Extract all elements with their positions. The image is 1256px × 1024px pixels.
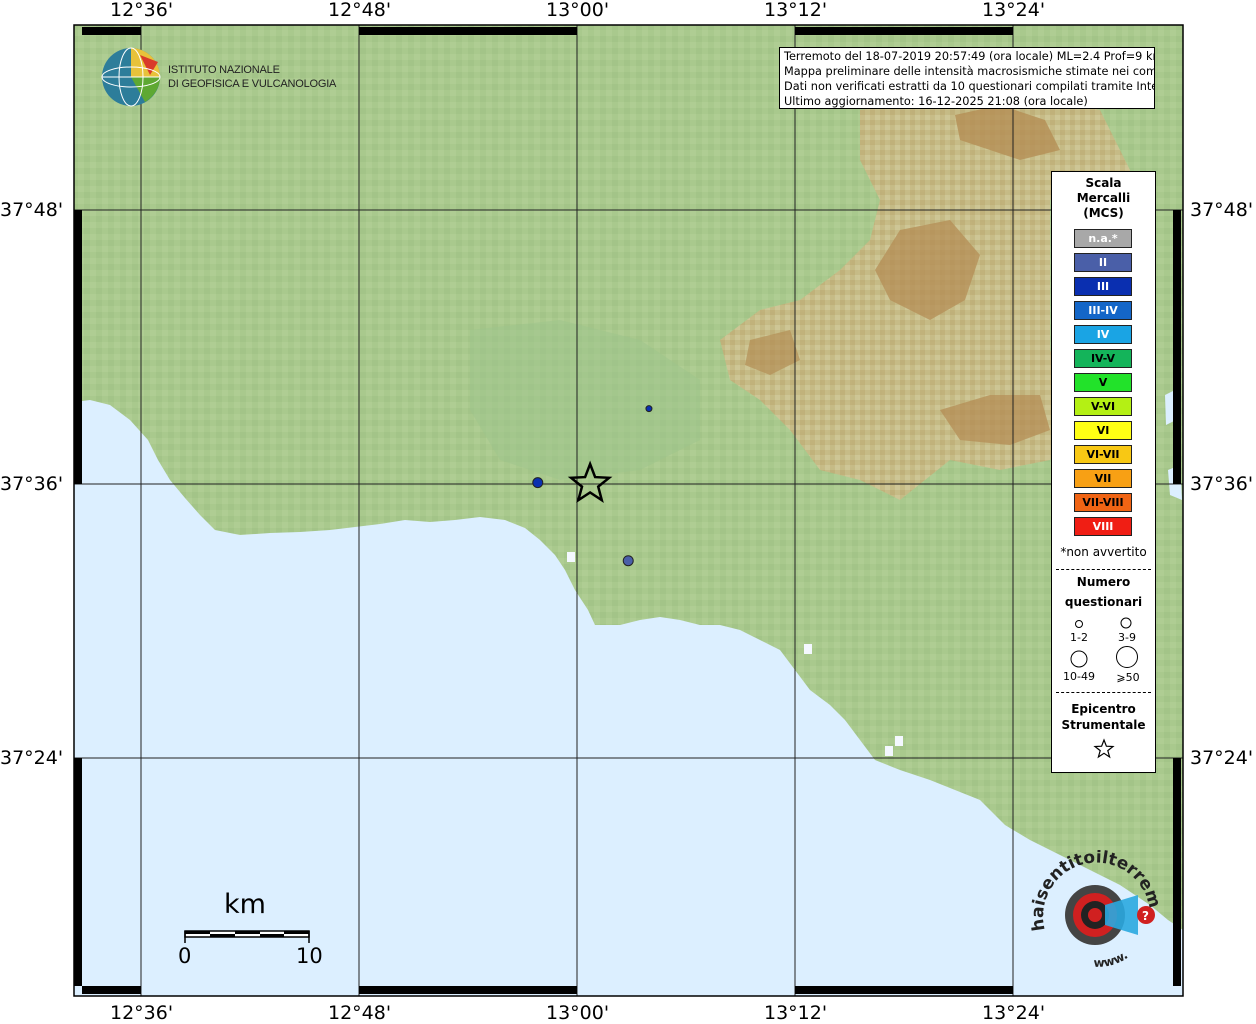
epicenter-legend-star-icon [1093,738,1115,759]
lat-label-right: 37°24' [1190,747,1254,769]
info-line2: Mappa preliminare delle intensità macros… [784,65,1155,78]
logo-line2: DI GEOFISICA E VULCANOLOGIA [168,78,337,90]
legend-swatch-vii: VII [1074,469,1132,488]
ingv-logo-icon [101,47,161,107]
legend-title-line3: (MCS) [1083,206,1124,220]
count-heading-line1: Numero [1076,575,1131,589]
svg-text:www.: www. [1093,948,1130,970]
legend-swatch-iv-v: IV-V [1074,349,1132,368]
event-info-box: Terremoto del 18-07-2019 20:57:49 (ora l… [779,47,1155,109]
info-line4: Ultimo aggiornamento: 16-12-2025 21:08 (… [784,95,1088,108]
lon-label-bottom: 13°12' [764,1002,828,1024]
ingv-logo-text: ISTITUTO NAZIONALE DI GEOFISICA E VULCAN… [168,63,336,91]
intensity-point [645,405,653,413]
size-label: 10-49 [1063,670,1095,683]
lat-label-left: 37°36' [0,473,64,495]
legend-swatch-n-a: n.a.* [1074,229,1132,248]
na-marker [804,644,812,654]
size-label: ⩾50 [1116,671,1140,684]
legend-swatch-vi: VI [1074,421,1132,440]
legend-title: Scala Mercalli (MCS) [1052,176,1155,221]
intensity-point [622,555,634,567]
lat-label-right: 37°36' [1190,473,1254,495]
size-label: 1-2 [1070,631,1088,644]
scale-unit: km [224,889,266,920]
legend-swatch-iii: III [1074,277,1132,296]
lat-label-left: 37°24' [0,747,64,769]
haisentito-stamp-text: haisentitoilterremoto.it www. [1030,850,1160,970]
scale-start: 0 [178,944,192,968]
epicenter-heading-line1: Epicentro [1071,702,1136,716]
legend-title-line1: Scala [1085,176,1122,190]
logo-line1: ISTITUTO NAZIONALE [168,64,280,76]
epicenter-heading-line2: Strumentale [1061,718,1146,732]
legend-swatch-viii: VIII [1074,517,1132,536]
lon-label-top: 13°12' [764,0,828,21]
size-3-9-icon [1120,617,1132,629]
legend-swatch-vi-vii: VI-VII [1074,445,1132,464]
na-marker [895,736,903,746]
legend-divider [1056,569,1151,570]
stamp-www-text: www. [1093,948,1130,970]
lon-label-top: 13°00' [546,0,610,21]
legend-swatch-ii: II [1074,253,1132,272]
size-1-2-icon [1075,620,1083,628]
info-line1: Terremoto del 18-07-2019 20:57:49 (ora l… [784,50,1155,63]
na-marker [567,552,575,562]
lon-label-top: 13°24' [982,0,1046,21]
count-heading-line2: questionari [1064,595,1143,609]
lon-label-top: 12°48' [328,0,392,21]
lat-label-right: 37°48' [1190,199,1254,221]
na-marker [885,746,893,756]
intensity-point [532,477,544,489]
svg-text:haisentitoilterremoto.it: haisentitoilterremoto.it [1030,850,1160,932]
legend-swatch-v: V [1074,373,1132,392]
lat-label-left: 37°48' [0,199,64,221]
lon-label-bottom: 12°48' [328,1002,392,1024]
legend-divider [1056,692,1151,693]
info-line3: Dati non verificati estratti da 10 quest… [784,80,1155,93]
legend-title-line2: Mercalli [1076,191,1131,205]
legend-swatch-vii-viii: VII-VIII [1074,493,1132,512]
legend-swatch-iv: IV [1074,325,1132,344]
scale-end: 10 [296,944,323,968]
stamp-url-text: haisentitoilterremoto.it [1030,850,1160,932]
size-10-49-icon [1070,650,1088,668]
lon-label-top: 12°36' [110,0,174,21]
lon-label-bottom: 13°00' [546,1002,610,1024]
lon-label-bottom: 12°36' [110,1002,174,1024]
legend-swatch-v-vi: V-VI [1074,397,1132,416]
size-50-icon [1116,646,1138,668]
lon-label-bottom: 13°24' [982,1002,1046,1024]
legend-note: *non avvertito [1060,545,1147,559]
legend: Scala Mercalli (MCS) n.a.* II III III-IV IV I… [1051,171,1156,773]
size-label: 3-9 [1118,631,1136,644]
legend-swatch-iii-iv: III-IV [1074,301,1132,320]
